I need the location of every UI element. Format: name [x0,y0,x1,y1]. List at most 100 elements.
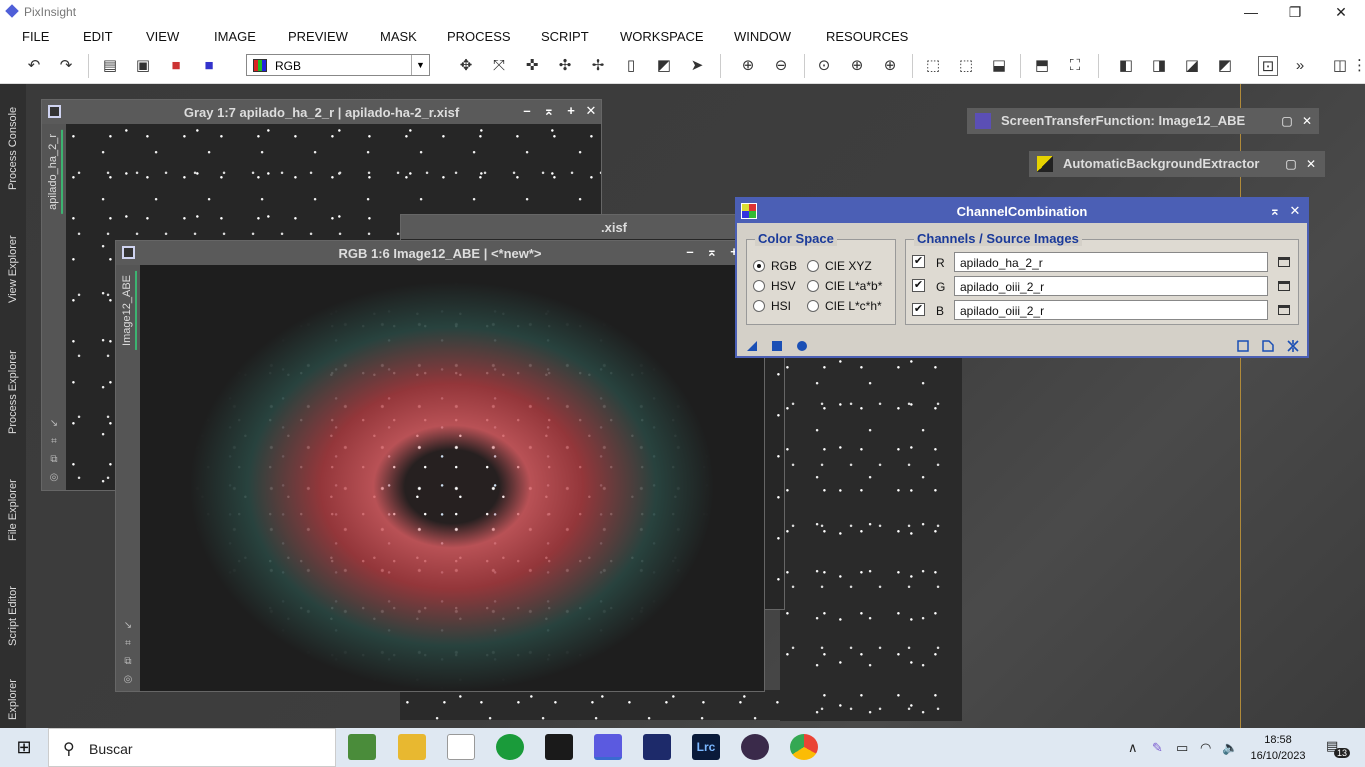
channel-r-checkbox[interactable]: ✔ [912,255,925,268]
window-header[interactable]: Gray 1:7 apilado_ha_2_r | apilado-ha-2_r… [42,100,601,124]
shade-icon[interactable]: ⌅ [704,244,720,260]
clone-icon[interactable]: ⧉ [122,656,134,668]
zoom-in-icon[interactable]: ⊕ [738,56,758,76]
restore-icon[interactable]: ▢ [1283,156,1299,172]
zoom-fit-icon[interactable]: ✜ [522,56,542,76]
close-icon[interactable]: ✕ [1287,203,1303,219]
side-tab-process-console[interactable]: Process Console [2,88,24,208]
clone-icon[interactable]: ⧉ [48,454,60,466]
menu-window[interactable]: WINDOW [734,29,791,44]
radio-hsv[interactable]: HSV [753,279,796,293]
menu-preview[interactable]: PREVIEW [288,29,348,44]
app-chrome-icon[interactable] [790,734,818,760]
image-canvas[interactable] [140,265,764,691]
menu-workspace[interactable]: WORKSPACE [620,29,704,44]
close-button[interactable]: ✕ [1318,0,1364,24]
channel-g-image-field[interactable]: apilado_oiii_2_r [954,276,1268,296]
side-tab-process-explorer[interactable]: Process Explorer [2,332,24,452]
app-file-explorer-icon[interactable] [398,734,426,760]
zoom-auto-icon[interactable]: ⊕ [880,56,900,76]
select-preview-icon[interactable]: ⬚ [956,56,976,76]
window-max-icon[interactable]: ⛶ [1065,56,1085,76]
mask-new-icon[interactable]: ◧ [1116,56,1136,76]
menu-process[interactable]: PROCESS [447,29,511,44]
app-nebula-icon[interactable] [741,734,769,760]
maximize-icon[interactable]: + [563,103,579,119]
channel-combination-dialog[interactable]: ChannelCombination ⌅ ✕ Color Space RGB C… [735,197,1309,358]
menu-resources[interactable]: RESOURCES [826,29,908,44]
radio-cie-lab[interactable]: CIE L*a*b* [807,279,882,293]
preview-icon[interactable]: ◩ [654,56,674,76]
redo-icon[interactable]: ↷ [56,56,76,76]
docked-abe[interactable]: AutomaticBackgroundExtractor ▢ ✕ [1029,151,1325,177]
menu-mask[interactable]: MASK [380,29,417,44]
view-tab[interactable]: Image12_ABE ↘ ⌗ ⧉ ◎ [116,265,140,691]
navigate-icon[interactable]: ✢ [588,56,608,76]
channel-b-image-field[interactable]: apilado_oiii_2_r [954,300,1268,320]
apply-icon[interactable] [795,339,809,353]
pan-tool-icon[interactable]: ✥ [456,56,476,76]
view-tab[interactable]: apilado_ha_2_r ↘ ⌗ ⧉ ◎ [42,124,66,490]
window-top-icon[interactable]: ⬒ [1032,56,1052,76]
target-icon[interactable]: ◎ [122,674,134,686]
shade-icon[interactable]: ⌅ [1267,203,1283,219]
fit-icon[interactable]: ⌗ [122,638,134,650]
battery-icon[interactable]: ▭ [1176,740,1188,756]
move-tool-icon[interactable]: ✣ [555,56,575,76]
taskbar-clock[interactable]: 18:58 16/10/2023 [1248,732,1308,764]
zoom-1-1-icon[interactable]: ⊙ [814,56,834,76]
radio-hsi[interactable]: HSI [753,299,791,313]
menu-file[interactable]: FILE [22,29,49,44]
chevron-down-icon[interactable]: ▼ [411,55,429,75]
view-select-icon[interactable] [1278,305,1290,315]
side-tab-explorer[interactable]: Explorer [2,672,24,728]
arrow-icon[interactable]: ↘ [48,418,60,430]
wifi-icon[interactable]: ◠ [1200,740,1211,756]
tray-pen-icon[interactable]: ✎ [1152,740,1163,756]
new-image-icon[interactable]: ▣ [133,56,153,76]
side-tab-file-explorer[interactable]: File Explorer [2,460,24,560]
app-pixinsight-icon[interactable] [594,734,622,760]
minimize-icon[interactable]: – [519,103,535,119]
mask-show-icon[interactable]: ⊡ [1258,56,1278,76]
radio-rgb[interactable]: RGB [753,259,797,273]
close-icon[interactable]: ✕ [583,103,599,119]
toolbar-more-icon[interactable]: » [1290,56,1310,76]
close-icon[interactable]: ✕ [1303,156,1319,172]
channel-b-checkbox[interactable]: ✔ [912,303,925,316]
panel-icon[interactable]: ◫ [1330,56,1350,76]
close-icon[interactable]: ✕ [1299,113,1315,129]
tray-chevron-icon[interactable]: ∧ [1128,740,1138,756]
app-dark-icon[interactable] [545,734,573,760]
pointer-icon[interactable]: ➤ [687,56,707,76]
target-icon[interactable]: ◎ [48,472,60,484]
minimize-button[interactable]: — [1228,0,1274,24]
undo-icon[interactable]: ↶ [24,56,44,76]
radio-cie-lch[interactable]: CIE L*c*h* [807,299,882,313]
menu-edit[interactable]: EDIT [83,29,113,44]
app-lightroom-icon[interactable]: Lrc [692,734,720,760]
window-header[interactable]: RGB 1:6 Image12_ABE | <*new*> – ⌅ + [116,241,764,265]
color-mode-select[interactable]: RGB ▼ [246,54,430,76]
channel-icon[interactable]: ■ [199,56,219,76]
window-header[interactable]: .xisf [401,215,784,239]
arrow-icon[interactable]: ↘ [122,620,134,632]
menu-image[interactable]: IMAGE [214,29,256,44]
docked-stf[interactable]: ScreenTransferFunction: Image12_ABE ▢ ✕ [967,108,1319,134]
app-notepad-icon[interactable] [348,734,376,760]
image-window-rgb[interactable]: RGB 1:6 Image12_ABE | <*new*> – ⌅ + Imag… [115,240,765,692]
taskbar-search[interactable]: ⚲ Buscar [48,728,336,767]
dialog-header[interactable]: ChannelCombination ⌅ ✕ [737,199,1307,223]
side-tab-script-editor[interactable]: Script Editor [2,568,24,664]
menu-view[interactable]: VIEW [146,29,179,44]
toolbar-scroll-icon[interactable]: ⋮ [1352,56,1365,76]
channel-g-checkbox[interactable]: ✔ [912,279,925,292]
track-view-icon[interactable] [1261,339,1275,353]
view-select-icon[interactable] [1278,257,1290,267]
browse-docs-icon[interactable] [1236,339,1250,353]
shade-icon[interactable]: ⌅ [541,103,557,119]
radio-cie-xyz[interactable]: CIE XYZ [807,259,872,273]
restore-icon[interactable]: ▢ [1279,113,1295,129]
mask-edit-icon[interactable]: ◨ [1149,56,1169,76]
edit-preview-icon[interactable]: ⬓ [989,56,1009,76]
